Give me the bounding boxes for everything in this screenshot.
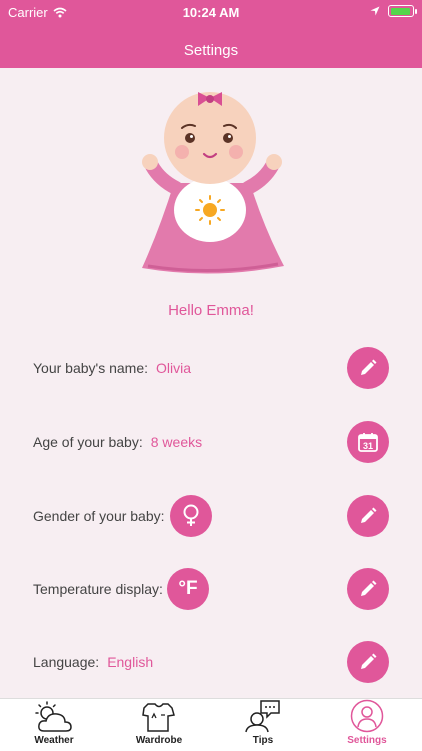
edit-language-button[interactable] bbox=[347, 641, 389, 683]
wardrobe-icon bbox=[142, 703, 175, 732]
baby-name-label: Your baby's name: bbox=[33, 360, 149, 376]
row-baby-age: Age of your baby: 8 weeks bbox=[33, 422, 202, 462]
baby-age-label: Age of your baby: bbox=[33, 434, 143, 450]
pencil-icon bbox=[361, 580, 377, 596]
row-temperature: Temperature display: bbox=[33, 569, 163, 609]
baby-illustration bbox=[142, 92, 284, 274]
tips-icon bbox=[245, 700, 280, 733]
edit-name-button[interactable] bbox=[347, 347, 389, 389]
baby-name-value: Olivia bbox=[156, 360, 192, 376]
tab-settings[interactable]: Settings bbox=[327, 699, 407, 751]
weather-icon bbox=[35, 701, 72, 732]
baby-gender-label: Gender of your baby: bbox=[33, 508, 165, 524]
header: Carrier 10:24 AM Settings bbox=[0, 0, 422, 68]
tab-wardrobe[interactable]: Wardrobe bbox=[119, 699, 199, 751]
edit-gender-button[interactable] bbox=[347, 495, 389, 537]
female-icon bbox=[183, 504, 199, 526]
battery-icon bbox=[388, 5, 417, 17]
calendar-day: 31 bbox=[363, 441, 373, 451]
page-title: Settings bbox=[183, 42, 239, 59]
tab-bar: Weather Wardrobe Tips Settings bbox=[0, 698, 422, 751]
temperature-unit-badge: °F bbox=[167, 568, 209, 610]
calendar-icon: 31 bbox=[358, 433, 378, 452]
tab-weather[interactable]: Weather bbox=[14, 699, 94, 751]
settings-icon bbox=[350, 699, 384, 733]
edit-temperature-button[interactable] bbox=[347, 568, 389, 610]
gender-female-badge bbox=[170, 495, 212, 537]
temperature-label: Temperature display: bbox=[33, 581, 163, 597]
greeting: Hello Emma! bbox=[168, 302, 254, 319]
pencil-icon bbox=[361, 507, 377, 523]
temperature-unit: °F bbox=[178, 578, 198, 599]
location-icon bbox=[370, 6, 380, 16]
tab-settings-label: Settings bbox=[347, 735, 387, 746]
tab-weather-label: Weather bbox=[34, 735, 74, 746]
tab-tips[interactable]: Tips bbox=[223, 699, 303, 751]
select-age-button[interactable]: 31 bbox=[347, 421, 389, 463]
baby-age-value: 8 weeks bbox=[150, 434, 203, 450]
row-language: Language: English bbox=[33, 642, 153, 682]
row-baby-gender: Gender of your baby: bbox=[33, 496, 165, 536]
language-value: English bbox=[107, 654, 154, 670]
row-baby-name: Your baby's name: Olivia bbox=[33, 348, 191, 388]
tab-tips-label: Tips bbox=[252, 735, 274, 746]
clock: 10:24 AM bbox=[182, 5, 240, 20]
pencil-icon bbox=[361, 653, 377, 669]
pencil-icon bbox=[361, 359, 377, 375]
language-label: Language: bbox=[33, 654, 100, 670]
status-bar: Carrier 10:24 AM bbox=[0, 4, 422, 20]
tab-wardrobe-label: Wardrobe bbox=[135, 735, 183, 746]
